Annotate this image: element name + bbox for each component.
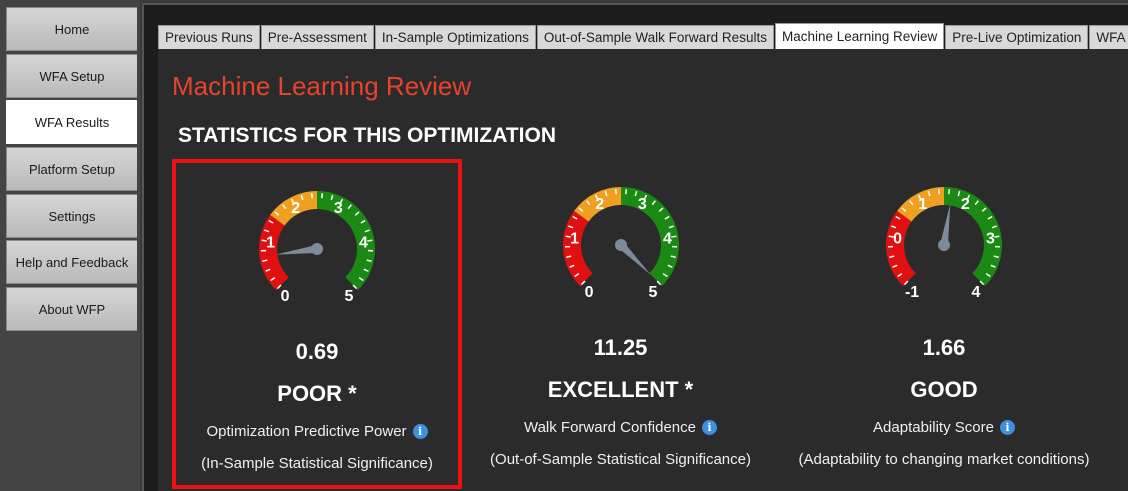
gauge-adaptability-score: -1 0 1 2 3 4 bbox=[886, 187, 1002, 301]
sidebar-item-about[interactable]: About WFP bbox=[6, 287, 137, 331]
gauge-tick bbox=[994, 235, 1000, 238]
gauge-tick bbox=[565, 255, 571, 258]
gauge-tick bbox=[367, 239, 373, 242]
info-icon[interactable]: i bbox=[412, 424, 428, 439]
gauge-walk-forward-confidence: 0 1 2 3 4 5 bbox=[562, 187, 679, 301]
stat-value: 11.25 bbox=[593, 335, 648, 360]
sidebar-item-help-feedback[interactable]: Help and Feedback bbox=[6, 240, 137, 284]
stat-card-adaptability-score: -1 0 1 2 3 4 1.66 GOOD Adaptability Score i (… bbox=[778, 159, 1110, 489]
tab-pre-assessment[interactable]: Pre-Assessment bbox=[260, 25, 374, 49]
stat-rating: GOOD bbox=[910, 377, 978, 402]
section-title: STATISTICS FOR THIS OPTIMIZATION bbox=[178, 124, 556, 147]
stat-value: 0.69 bbox=[295, 339, 339, 364]
gauge-predictive-power: 0 1 2 3 4 5 bbox=[259, 191, 375, 305]
sidebar: Home WFA Setup WFA Results Platform Setu… bbox=[0, 0, 140, 491]
stat-label-text: Adaptability Score bbox=[873, 419, 994, 436]
tab-in-sample-optimizations[interactable]: In-Sample Optimizations bbox=[374, 25, 536, 49]
page-title: Machine Learning Review bbox=[172, 71, 472, 101]
content-panel: Machine Learning Review STATISTICS FOR T… bbox=[158, 49, 1128, 491]
main-frame: Previous Runs Pre-Assessment In-Sample O… bbox=[142, 3, 1128, 491]
stat-card-walk-forward-confidence: 0 1 2 3 4 5 11.25 EXCELLENT * Walk Forward Co… bbox=[468, 159, 773, 489]
gauge-tick-label: 4 bbox=[662, 231, 671, 248]
gauge-tick-label: 2 bbox=[595, 196, 604, 213]
tab-previous-runs[interactable]: Previous Runs bbox=[158, 25, 260, 49]
gauge-tick bbox=[670, 235, 676, 238]
sidebar-item-settings[interactable]: Settings bbox=[6, 194, 137, 238]
gauge-tick-label: 4 bbox=[971, 284, 980, 301]
gauge-tick-label: 3 bbox=[986, 231, 995, 248]
stat-sublabel: (Out-of-Sample Statistical Significance) bbox=[490, 451, 751, 468]
tab-out-of-sample-results[interactable]: Out-of-Sample Walk Forward Results bbox=[536, 25, 774, 49]
stat-sublabel: (In-Sample Statistical Significance) bbox=[201, 455, 433, 472]
gauge-tick-label: 1 bbox=[266, 235, 275, 252]
stat-label-text: Optimization Predictive Power bbox=[206, 423, 407, 440]
stat-label-text: Walk Forward Confidence bbox=[523, 419, 696, 436]
stat-sublabel: (Adaptability to changing market conditi… bbox=[798, 451, 1090, 468]
gauge-tick-label: 5 bbox=[648, 284, 657, 301]
gauge-tick bbox=[889, 255, 895, 258]
info-icon[interactable]: i bbox=[999, 420, 1015, 435]
stat-label: Walk Forward Confidence i bbox=[468, 419, 773, 436]
gauge-tick bbox=[262, 259, 268, 262]
gauge-tick-label: -1 bbox=[905, 284, 919, 301]
gauge-tick-label: 0 bbox=[893, 231, 902, 248]
gauge-hub bbox=[311, 243, 323, 255]
gauge-hub bbox=[614, 239, 627, 251]
stat-label: Optimization Predictive Power i bbox=[176, 423, 458, 440]
gauge-hub bbox=[938, 239, 950, 251]
sidebar-item-wfa-results[interactable]: WFA Results bbox=[6, 100, 137, 144]
gauge-tick-label: 0 bbox=[584, 284, 593, 301]
gauge-tick-label: 3 bbox=[334, 200, 343, 217]
gauge-tick-label: 3 bbox=[637, 196, 646, 213]
tab-machine-learning-review[interactable]: Machine Learning Review bbox=[774, 23, 945, 49]
stat-rating: POOR * bbox=[277, 381, 357, 406]
sidebar-item-wfa-setup[interactable]: WFA Setup bbox=[6, 54, 137, 98]
gauge-tick-label: 4 bbox=[359, 235, 368, 252]
stat-card-predictive-power: 0 1 2 3 4 5 0.69 POOR * Optimization Predicti… bbox=[172, 159, 462, 489]
gauge-tick-label: 5 bbox=[344, 288, 353, 305]
gauge-tick-label: 2 bbox=[961, 196, 970, 213]
sidebar-item-platform-setup[interactable]: Platform Setup bbox=[6, 147, 137, 191]
gauge-tick-label: 2 bbox=[291, 200, 300, 217]
stat-rating: EXCELLENT * bbox=[547, 377, 694, 402]
sidebar-item-home[interactable]: Home bbox=[6, 7, 137, 51]
stat-value: 1.66 bbox=[922, 335, 966, 360]
gauge-tick bbox=[670, 255, 676, 258]
gauge-tick bbox=[993, 255, 999, 258]
gauge-tick-label: 0 bbox=[281, 288, 290, 305]
stat-label: Adaptability Score i bbox=[778, 419, 1110, 436]
info-icon[interactable]: i bbox=[702, 420, 717, 435]
gauge-tick bbox=[366, 259, 372, 262]
tab-bar: Previous Runs Pre-Assessment In-Sample O… bbox=[158, 23, 1128, 49]
tab-pre-live-optimization[interactable]: Pre-Live Optimization bbox=[945, 25, 1089, 49]
gauge-tick-label: 1 bbox=[918, 196, 927, 213]
gauge-tick-label: 1 bbox=[570, 231, 579, 248]
tab-wfa[interactable]: WFA bbox=[1089, 25, 1128, 49]
